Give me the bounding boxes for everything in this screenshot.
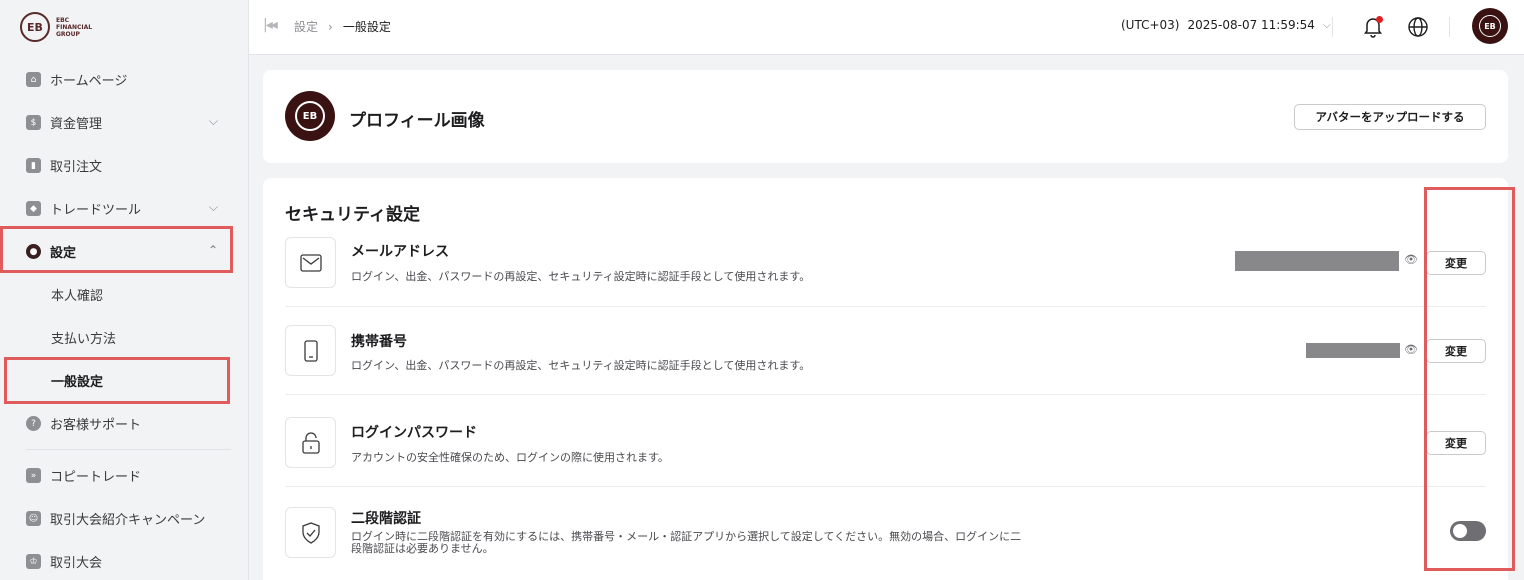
sidebar-item-orders[interactable]: ▮ 取引注文: [0, 144, 248, 187]
sidebar-item-label: ホームページ: [50, 74, 128, 89]
sidebar-subitem-general[interactable]: 一般設定: [0, 359, 248, 402]
row-description: ログイン、出金、パスワードの再設定、セキュリティ設定時に認証手段として使用されま…: [351, 270, 811, 283]
chevron-down-icon: ⌵: [208, 114, 218, 128]
sidebar-item-label: 取引大会紹介キャンペーン: [50, 513, 206, 528]
row-title: 二段階認証: [351, 511, 421, 527]
sidebar-item-label: トレードツール: [50, 203, 142, 218]
box-icon: ◆: [26, 201, 41, 216]
notification-bell-icon[interactable]: [1363, 16, 1383, 38]
row-title: ログインパスワード: [351, 425, 477, 441]
security-title: セキュリティ設定: [285, 205, 420, 225]
row-description: ログイン、出金、パスワードの再設定、セキュリティ設定時に認証手段として使用されま…: [351, 359, 811, 372]
notification-dot: [1376, 16, 1383, 23]
sidebar-subitem-payment[interactable]: 支払い方法: [0, 316, 248, 359]
sidebar-subitem-identity[interactable]: 本人確認: [0, 273, 248, 316]
chevron-down-icon: ⌵: [208, 200, 218, 214]
phone-row: 携帯番号 ログイン、出金、パスワードの再設定、セキュリティ設定時に認証手段として…: [285, 325, 1486, 395]
masked-email-value: [1235, 251, 1399, 271]
timezone-label: (UTC+03): [1121, 18, 1180, 32]
sidebar-divider: [26, 449, 231, 450]
security-settings-card: セキュリティ設定 メールアドレス ログイン、出金、パスワードの再設定、セキュリテ…: [263, 178, 1515, 580]
logo-line-3: GROUP: [56, 30, 80, 38]
change-password-button[interactable]: 変更: [1426, 431, 1486, 455]
sidebar-item-referral[interactable]: ☺ 取引大会紹介キャンペーン: [0, 497, 248, 540]
row-description-line-2: 段階認証は必要ありません。: [351, 542, 494, 555]
login-password-row: ログインパスワード アカウントの安全性確保のため、ログインの際に使用されます。 …: [285, 416, 1486, 488]
logo-line-1: EBC: [56, 16, 70, 24]
sidebar-item-support[interactable]: ? お客様サポート: [0, 402, 248, 445]
eye-icon[interactable]: 👁: [1404, 343, 1418, 356]
two-factor-row: 二段階認証 ログイン時に二段階認証を有効にするには、携帯番号・メール・認証アプリ…: [285, 506, 1486, 580]
avatar-logo-mark: EB: [1479, 15, 1501, 37]
toggle-knob: [1453, 524, 1467, 538]
copy-trade-icon: »: [26, 468, 41, 483]
eye-icon[interactable]: 👁: [1404, 253, 1418, 266]
language-globe-icon[interactable]: [1407, 16, 1429, 38]
sidebar-item-label: 資金管理: [50, 117, 103, 132]
breadcrumb-separator: ›: [328, 19, 333, 34]
logo-text: EBC FINANCIAL GROUP: [56, 17, 92, 38]
sidebar-item-label: コピートレード: [50, 470, 142, 485]
chevron-down-icon: ⌵: [1322, 19, 1331, 31]
home-icon: ⌂: [26, 72, 41, 87]
row-divider: [285, 394, 1486, 395]
chevron-up-icon: ⌃: [207, 243, 218, 257]
chart-icon: ▮: [26, 158, 41, 173]
logo-mark: EB: [20, 12, 50, 42]
upload-avatar-button[interactable]: アバターをアップロードする: [1294, 104, 1486, 130]
breadcrumb-current: 一般設定: [342, 20, 391, 34]
unlock-icon: [285, 417, 336, 468]
divider: [1449, 17, 1450, 37]
change-phone-button[interactable]: 変更: [1426, 339, 1486, 363]
wallet-icon: $: [26, 115, 41, 130]
breadcrumb: 設定 › 一般設定: [294, 18, 391, 35]
sidebar-item-label: 一般設定: [51, 375, 104, 390]
sidebar-item-label: 設定: [50, 246, 77, 261]
two-factor-toggle[interactable]: [1450, 521, 1486, 541]
profile-image-card: EB プロフィール画像 アバターをアップロードする: [263, 70, 1508, 163]
brand-logo[interactable]: EB EBC FINANCIAL GROUP: [20, 12, 92, 42]
row-divider: [285, 306, 1486, 307]
app-window: EB EBC FINANCIAL GROUP ⌂ ホームページ $ 資金管理 ⌵…: [0, 0, 1524, 580]
mail-icon: [285, 237, 336, 288]
sidebar-item-funds[interactable]: $ 資金管理 ⌵: [0, 101, 248, 144]
collapse-sidebar-icon[interactable]: |◂◂: [263, 17, 278, 33]
row-title: 携帯番号: [351, 334, 407, 350]
top-bar: |◂◂ 設定 › 一般設定 (UTC+03) 2025-08-07 11:59:…: [249, 0, 1524, 55]
sidebar-item-label: 取引大会: [50, 556, 103, 571]
breadcrumb-item[interactable]: 設定: [294, 18, 318, 35]
profile-title: プロフィール画像: [349, 111, 485, 131]
sidebar: EB EBC FINANCIAL GROUP ⌂ ホームページ $ 資金管理 ⌵…: [0, 0, 249, 580]
divider: [1332, 17, 1333, 37]
profile-avatar: EB: [285, 91, 335, 141]
row-description: アカウントの安全性確保のため、ログインの際に使用されます。: [351, 451, 669, 464]
sidebar-item-label: 取引注文: [50, 160, 103, 175]
timezone-selector[interactable]: (UTC+03) 2025-08-07 11:59:54 ⌵: [1121, 18, 1331, 32]
masked-phone-value: [1306, 343, 1400, 358]
referral-icon: ☺: [26, 511, 41, 526]
sidebar-item-trade-tools[interactable]: ◆ トレードツール ⌵: [0, 187, 248, 230]
email-row: メールアドレス ログイン、出金、パスワードの再設定、セキュリティ設定時に認証手段…: [285, 235, 1486, 307]
change-email-button[interactable]: 変更: [1426, 251, 1486, 275]
trophy-icon: ♔: [26, 554, 41, 569]
sidebar-item-label: 支払い方法: [51, 332, 117, 347]
sidebar-item-home[interactable]: ⌂ ホームページ: [0, 58, 248, 101]
sidebar-nav: ⌂ ホームページ $ 資金管理 ⌵ ▮ 取引注文 ◆ トレードツール ⌵ ● 設…: [0, 58, 248, 580]
mobile-phone-icon: [285, 325, 336, 376]
sidebar-item-copy-trade[interactable]: » コピートレード: [0, 454, 248, 497]
sidebar-item-settings[interactable]: ● 設定 ⌃: [0, 230, 248, 273]
user-avatar[interactable]: EB: [1472, 8, 1508, 44]
sidebar-item-contest[interactable]: ♔ 取引大会: [0, 540, 248, 580]
user-circle-icon: ●: [26, 244, 41, 259]
logo-line-2: FINANCIAL: [56, 23, 93, 31]
row-title: メールアドレス: [351, 244, 449, 260]
row-divider: [285, 486, 1486, 487]
shield-check-icon: [285, 507, 336, 558]
datetime-label: 2025-08-07 11:59:54: [1187, 18, 1315, 32]
help-icon: ?: [26, 416, 41, 431]
sidebar-item-label: 本人確認: [51, 289, 104, 304]
sidebar-item-label: お客様サポート: [50, 418, 142, 433]
avatar-logo-mark: EB: [295, 101, 325, 131]
